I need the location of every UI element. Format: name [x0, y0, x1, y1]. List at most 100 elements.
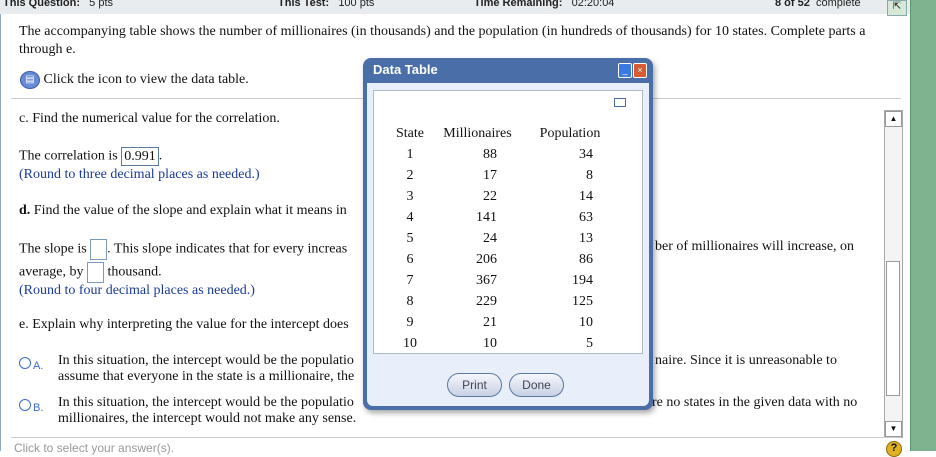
slope-line-2: average, by thousand.	[19, 262, 162, 283]
popout-icon[interactable]: ⇱	[887, 0, 907, 16]
table-cell: 5	[406, 230, 414, 246]
table-cell: 5	[586, 335, 593, 351]
table-cell: 125	[572, 293, 593, 309]
slope-text: . This slope indicates that for every in…	[107, 241, 348, 257]
part-c-prompt: c. Find the numerical value for the corr…	[19, 111, 280, 126]
table-cell: 10	[403, 335, 417, 351]
table-row: 10 10 5	[390, 333, 615, 354]
increase-label: average, by	[19, 264, 84, 280]
table-row: 2 17 8	[390, 165, 615, 186]
scroll-down-button[interactable]: ▼	[885, 421, 902, 437]
done-button[interactable]: Done	[509, 373, 564, 397]
table-icon[interactable]: ▤	[20, 71, 40, 89]
table-row: 5 24 13	[390, 228, 615, 249]
dialog-title: Data Table	[373, 62, 438, 77]
table-cell: 6	[406, 251, 414, 267]
part-d-label: d.	[19, 203, 31, 218]
table-cell: 22	[483, 188, 497, 204]
intro-line-2: through e.	[19, 42, 76, 57]
intro-line-1: The accompanying table shows the number …	[19, 24, 866, 39]
table-cell: 2	[406, 167, 414, 183]
table-cell: 13	[579, 230, 593, 246]
help-icon[interactable]: ?	[886, 441, 902, 457]
slope-line: The slope is . This slope indicates that…	[19, 239, 347, 260]
option-text: millionaires, the intercept would not ma…	[58, 411, 357, 426]
table-cell: 1	[406, 146, 414, 162]
table-cell: 3	[406, 188, 414, 204]
part-d-prompt: d. Find the value of the slope and expla…	[19, 203, 347, 219]
slope-label: The slope is	[19, 241, 87, 257]
question-points: 5 pts	[89, 0, 114, 9]
progress-suffix: complete	[815, 0, 861, 9]
part-c-hint: (Round to three decimal places as needed…	[19, 167, 260, 182]
table-cell: 194	[572, 272, 593, 288]
test-label: This Test:	[278, 0, 330, 9]
option-text: In this situation, the intercept would b…	[58, 353, 354, 368]
slope-text-right: ber of millionaires will increase, on	[655, 239, 855, 254]
header-population: Population	[539, 125, 601, 141]
table-cell: 63	[579, 209, 593, 225]
table-cell: 10	[579, 314, 593, 330]
radio-b[interactable]	[19, 399, 31, 411]
divider	[11, 437, 901, 438]
table-row: 8 229 125	[390, 291, 615, 312]
unit-label: thousand.	[107, 264, 162, 280]
table-cell: 8	[586, 167, 593, 183]
scrollbar[interactable]: ▲ ▼	[884, 110, 903, 438]
table-row: 9 21 10	[390, 312, 615, 333]
data-table: State Millionaires Population 1 88 34 2 17 8 3…	[390, 123, 615, 354]
table-cell: 10	[483, 335, 497, 351]
table-row: 7 367 194	[390, 270, 615, 291]
table-cell: 9	[406, 314, 414, 330]
table-cell: 8	[406, 293, 414, 309]
close-icon[interactable]: ×	[633, 63, 647, 78]
table-row: 6 206 86	[390, 249, 615, 270]
option-text: In this situation, the intercept would b…	[58, 395, 354, 410]
table-cell: 367	[476, 272, 497, 288]
table-cell: 229	[476, 293, 497, 309]
option-text: re no states in the given data with no	[652, 395, 858, 410]
header-millionaires: Millionaires	[443, 125, 512, 141]
table-cell: 141	[476, 209, 497, 225]
time-label: Time Remaining:	[474, 0, 563, 9]
part-d-hint: (Round to four decimal places as needed.…	[19, 283, 255, 298]
option-text: naire. Since it is unreasonable to	[655, 353, 837, 368]
correlation-label: The correlation is	[19, 148, 118, 164]
option-letter: A.	[33, 360, 44, 372]
popout-table-icon[interactable]	[614, 98, 626, 107]
progress-count: 8 of 52	[775, 0, 810, 9]
scrollbar-thumb[interactable]	[886, 261, 900, 396]
scroll-up-button[interactable]: ▲	[885, 111, 902, 127]
table-cell: 88	[483, 146, 497, 162]
side-strip	[910, 0, 936, 451]
increase-input[interactable]	[87, 262, 105, 283]
table-cell: 24	[483, 230, 497, 246]
time-remaining: 02:20:04	[571, 0, 615, 9]
print-button[interactable]: Print	[447, 373, 502, 397]
table-row: 1 88 34	[390, 144, 615, 165]
table-cell: 206	[476, 251, 497, 267]
status-bar: This Question: 5 pts This Test: 100 pts …	[0, 0, 910, 14]
data-table-dialog: Data Table _ × State Millionaires Popula…	[363, 58, 653, 410]
data-panel: State Millionaires Population 1 88 34 2 17 8 3…	[373, 90, 643, 354]
correlation-input[interactable]: 0.991	[121, 147, 159, 166]
table-row: 3 22 14	[390, 186, 615, 207]
period: .	[158, 148, 163, 164]
option-text: assume that everyone in the state is a m…	[58, 369, 355, 384]
radio-a[interactable]	[19, 357, 31, 369]
table-cell: 21	[483, 314, 497, 330]
correlation-answer: The correlation is 0.991.	[19, 147, 162, 166]
part-d-text: Find the value of the slope and explain …	[33, 203, 347, 218]
test-points: 100 pts	[338, 0, 375, 9]
table-cell: 14	[579, 188, 593, 204]
footer-instruction: Click to select your answer(s).	[14, 441, 175, 455]
table-cell: 34	[579, 146, 593, 162]
minimize-icon[interactable]: _	[618, 63, 632, 78]
table-cell: 4	[406, 209, 414, 225]
data-table-link[interactable]: ▤ Click the icon to view the data table.	[20, 71, 249, 89]
table-cell: 86	[579, 251, 593, 267]
option-letter: B.	[33, 402, 44, 414]
slope-input[interactable]	[90, 239, 108, 260]
header-state: State	[396, 125, 424, 141]
data-table-link-text[interactable]: Click the icon to view the data table.	[44, 72, 249, 87]
